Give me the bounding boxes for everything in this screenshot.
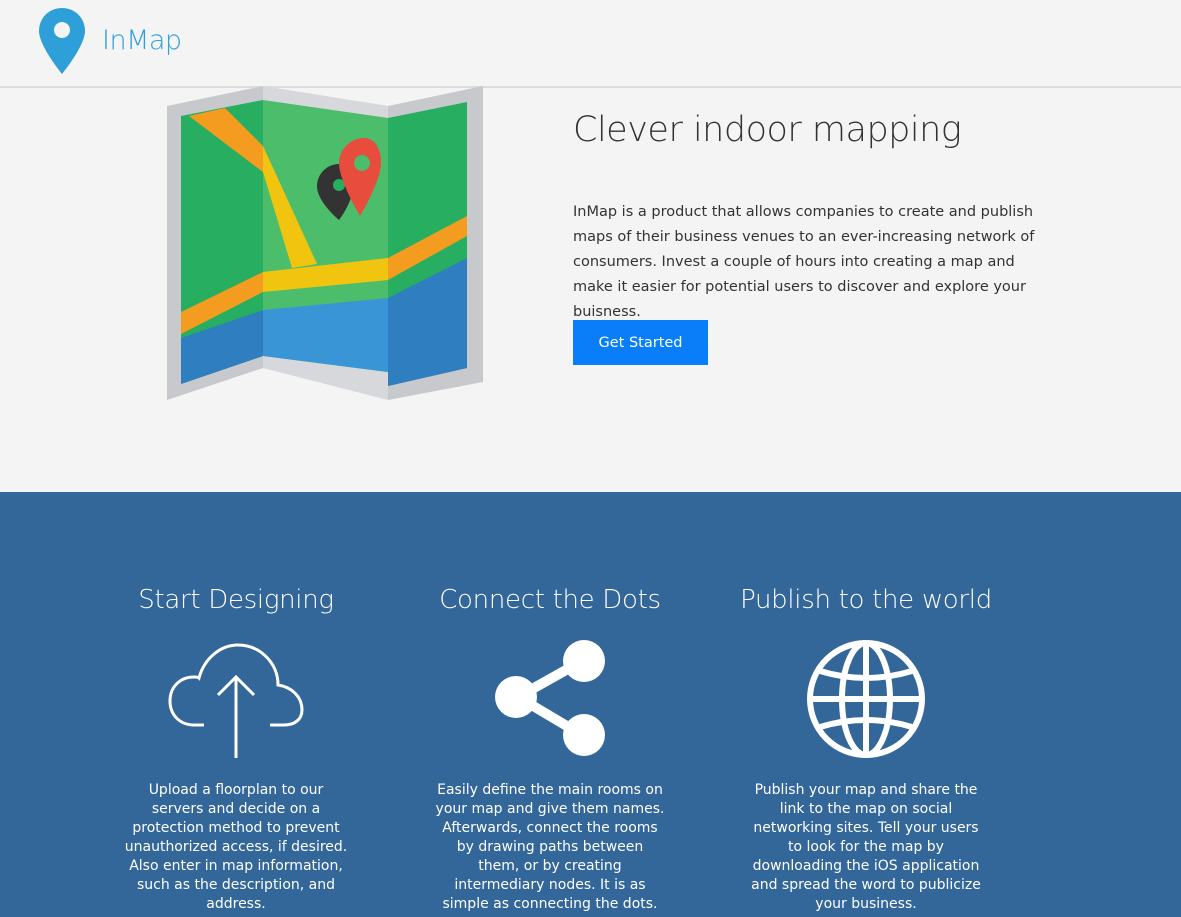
- get-started-button[interactable]: Get Started: [573, 320, 708, 365]
- folded-map-illustration: [167, 86, 483, 400]
- feature-title: Connect the Dots: [439, 585, 661, 615]
- feature-publish-to-the-world: Publish to the world Publish your map an…: [716, 492, 1016, 917]
- features-section: Start Designing Upload a floorplan to ou…: [0, 492, 1181, 917]
- hero-title: Clever indoor mapping: [573, 110, 962, 150]
- feature-description: Publish your map and share the link to t…: [751, 782, 981, 912]
- map-pin-icon[interactable]: [37, 6, 87, 76]
- site-header: InMap: [0, 0, 1181, 88]
- feature-description: Upload a floorplan to our servers and de…: [124, 782, 348, 912]
- feature-title: Start Designing: [138, 585, 334, 615]
- feature-description: Easily define the main rooms on your map…: [435, 782, 665, 912]
- hero-section: Clever indoor mapping InMap is a product…: [0, 86, 1181, 492]
- feature-title: Publish to the world: [740, 585, 992, 615]
- globe-icon: [807, 640, 925, 758]
- hero-description: InMap is a product that allows companies…: [573, 204, 1035, 320]
- share-icon: [495, 640, 605, 756]
- brand-name[interactable]: InMap: [102, 25, 182, 56]
- feature-connect-the-dots: Connect the Dots Easily define the main …: [400, 492, 700, 917]
- cloud-upload-icon: [168, 643, 304, 758]
- feature-start-designing: Start Designing Upload a floorplan to ou…: [86, 492, 386, 917]
